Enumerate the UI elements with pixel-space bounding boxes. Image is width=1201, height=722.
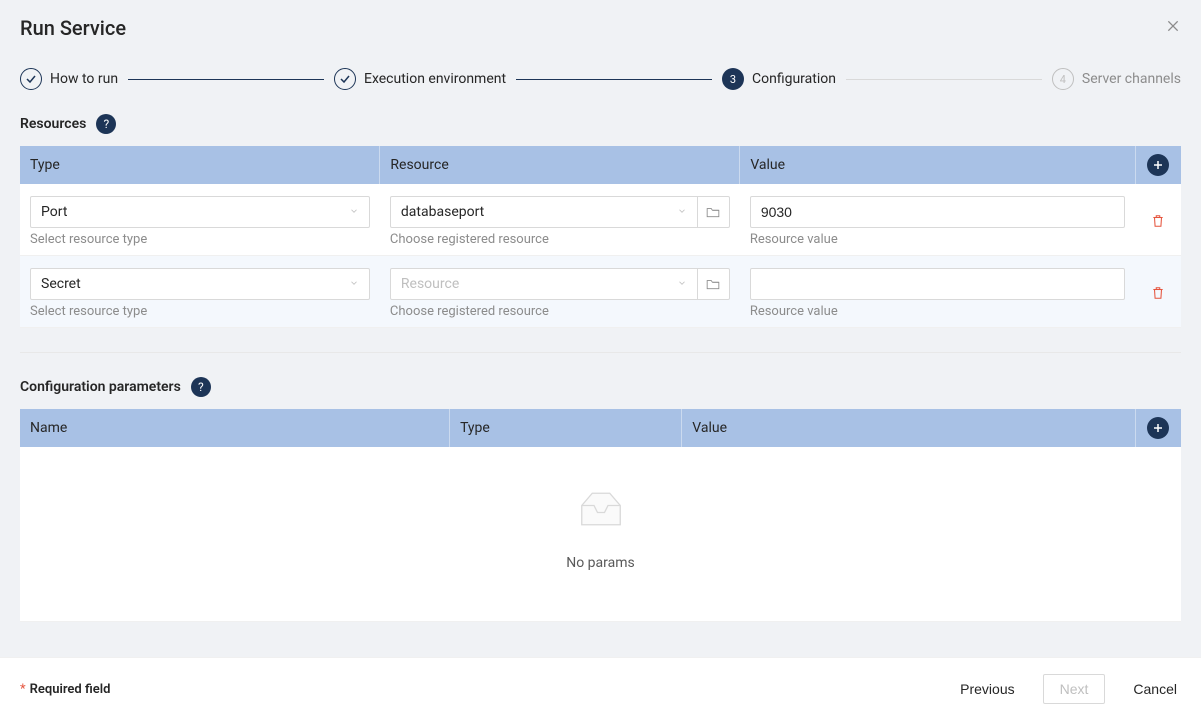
resource-value-input[interactable]: [761, 276, 1114, 292]
col-resource: Resource: [380, 146, 740, 184]
section-divider: [20, 352, 1181, 353]
col-actions: [1135, 146, 1181, 184]
previous-button[interactable]: Previous: [956, 675, 1018, 703]
step-server-channels: 4 Server channels: [1052, 68, 1181, 90]
next-button[interactable]: Next: [1043, 674, 1106, 704]
run-service-modal: Run Service How to run Execution environ…: [0, 0, 1201, 722]
step-label: Configuration: [752, 71, 836, 87]
browse-resource-button[interactable]: [698, 268, 730, 300]
field-hint: Choose registered resource: [390, 304, 730, 319]
field-hint: Select resource type: [30, 304, 370, 319]
browse-resource-button[interactable]: [698, 196, 730, 228]
delete-row-button[interactable]: [1151, 216, 1165, 232]
step-label: How to run: [50, 71, 118, 87]
add-resource-button[interactable]: [1147, 154, 1169, 176]
step-execution-environment[interactable]: Execution environment: [334, 68, 506, 90]
resources-section: Resources ? Type Resource Value: [0, 114, 1201, 622]
step-number-badge: 4: [1052, 68, 1074, 90]
help-icon[interactable]: ?: [96, 114, 116, 134]
section-title: Resources: [20, 116, 86, 132]
section-header: Resources ?: [20, 114, 1181, 134]
step-connector: [128, 79, 324, 80]
help-icon[interactable]: ?: [191, 377, 211, 397]
select-placeholder: Resource: [401, 276, 677, 292]
add-param-button[interactable]: [1147, 417, 1169, 439]
section-title: Configuration parameters: [20, 379, 181, 395]
wizard-stepper: How to run Execution environment 3 Confi…: [0, 48, 1201, 114]
col-name: Name: [20, 409, 450, 447]
required-text: Required field: [30, 682, 111, 697]
resource-row: Secret Select resource type: [20, 256, 1181, 328]
step-label: Server channels: [1082, 71, 1181, 87]
resource-type-select[interactable]: Port: [30, 196, 370, 228]
col-type: Type: [20, 146, 380, 184]
field-hint: Choose registered resource: [390, 232, 730, 247]
step-how-to-run[interactable]: How to run: [20, 68, 118, 90]
step-connector: [516, 79, 712, 80]
empty-text: No params: [566, 555, 635, 571]
check-icon: [20, 68, 42, 90]
chevron-down-icon: [677, 278, 687, 291]
config-params-table: Name Type Value: [20, 409, 1181, 622]
empty-row: No params: [20, 447, 1181, 622]
section-header: Configuration parameters ?: [20, 377, 1181, 397]
modal-footer: *Required field Previous Next Cancel: [0, 657, 1201, 722]
empty-state: No params: [20, 447, 1181, 621]
field-hint: Select resource type: [30, 232, 370, 247]
close-icon[interactable]: [1165, 18, 1181, 38]
modal-header: Run Service: [0, 0, 1201, 48]
step-connector: [846, 79, 1042, 80]
resource-value-wrapper: [750, 268, 1125, 300]
col-actions: [1135, 409, 1181, 447]
step-configuration[interactable]: 3 Configuration: [722, 68, 836, 90]
chevron-down-icon: [349, 278, 359, 291]
delete-row-button[interactable]: [1151, 288, 1165, 304]
cancel-button[interactable]: Cancel: [1129, 675, 1181, 703]
resource-select[interactable]: Resource: [390, 268, 698, 300]
chevron-down-icon: [677, 206, 687, 219]
select-value: databaseport: [401, 204, 677, 220]
select-value: Secret: [41, 276, 349, 292]
empty-box-icon: [573, 487, 629, 531]
resource-value-wrapper: [750, 196, 1125, 228]
resource-type-select[interactable]: Secret: [30, 268, 370, 300]
col-value: Value: [740, 146, 1135, 184]
col-type: Type: [450, 409, 682, 447]
field-hint: Resource value: [750, 304, 1125, 319]
resource-select[interactable]: databaseport: [390, 196, 698, 228]
footer-buttons: Previous Next Cancel: [956, 674, 1181, 704]
check-icon: [334, 68, 356, 90]
select-value: Port: [41, 204, 349, 220]
step-number: 3: [730, 73, 736, 86]
resources-table: Type Resource Value: [20, 146, 1181, 328]
step-number-badge: 3: [722, 68, 744, 90]
step-label: Execution environment: [364, 71, 506, 87]
col-value: Value: [682, 409, 1135, 447]
field-hint: Resource value: [750, 232, 1125, 247]
required-note: *Required field: [20, 682, 110, 697]
resource-row: Port Select resource type: [20, 184, 1181, 256]
resource-value-input[interactable]: [761, 204, 1114, 220]
chevron-down-icon: [349, 206, 359, 219]
modal-title: Run Service: [20, 16, 126, 40]
step-number: 4: [1060, 73, 1066, 86]
